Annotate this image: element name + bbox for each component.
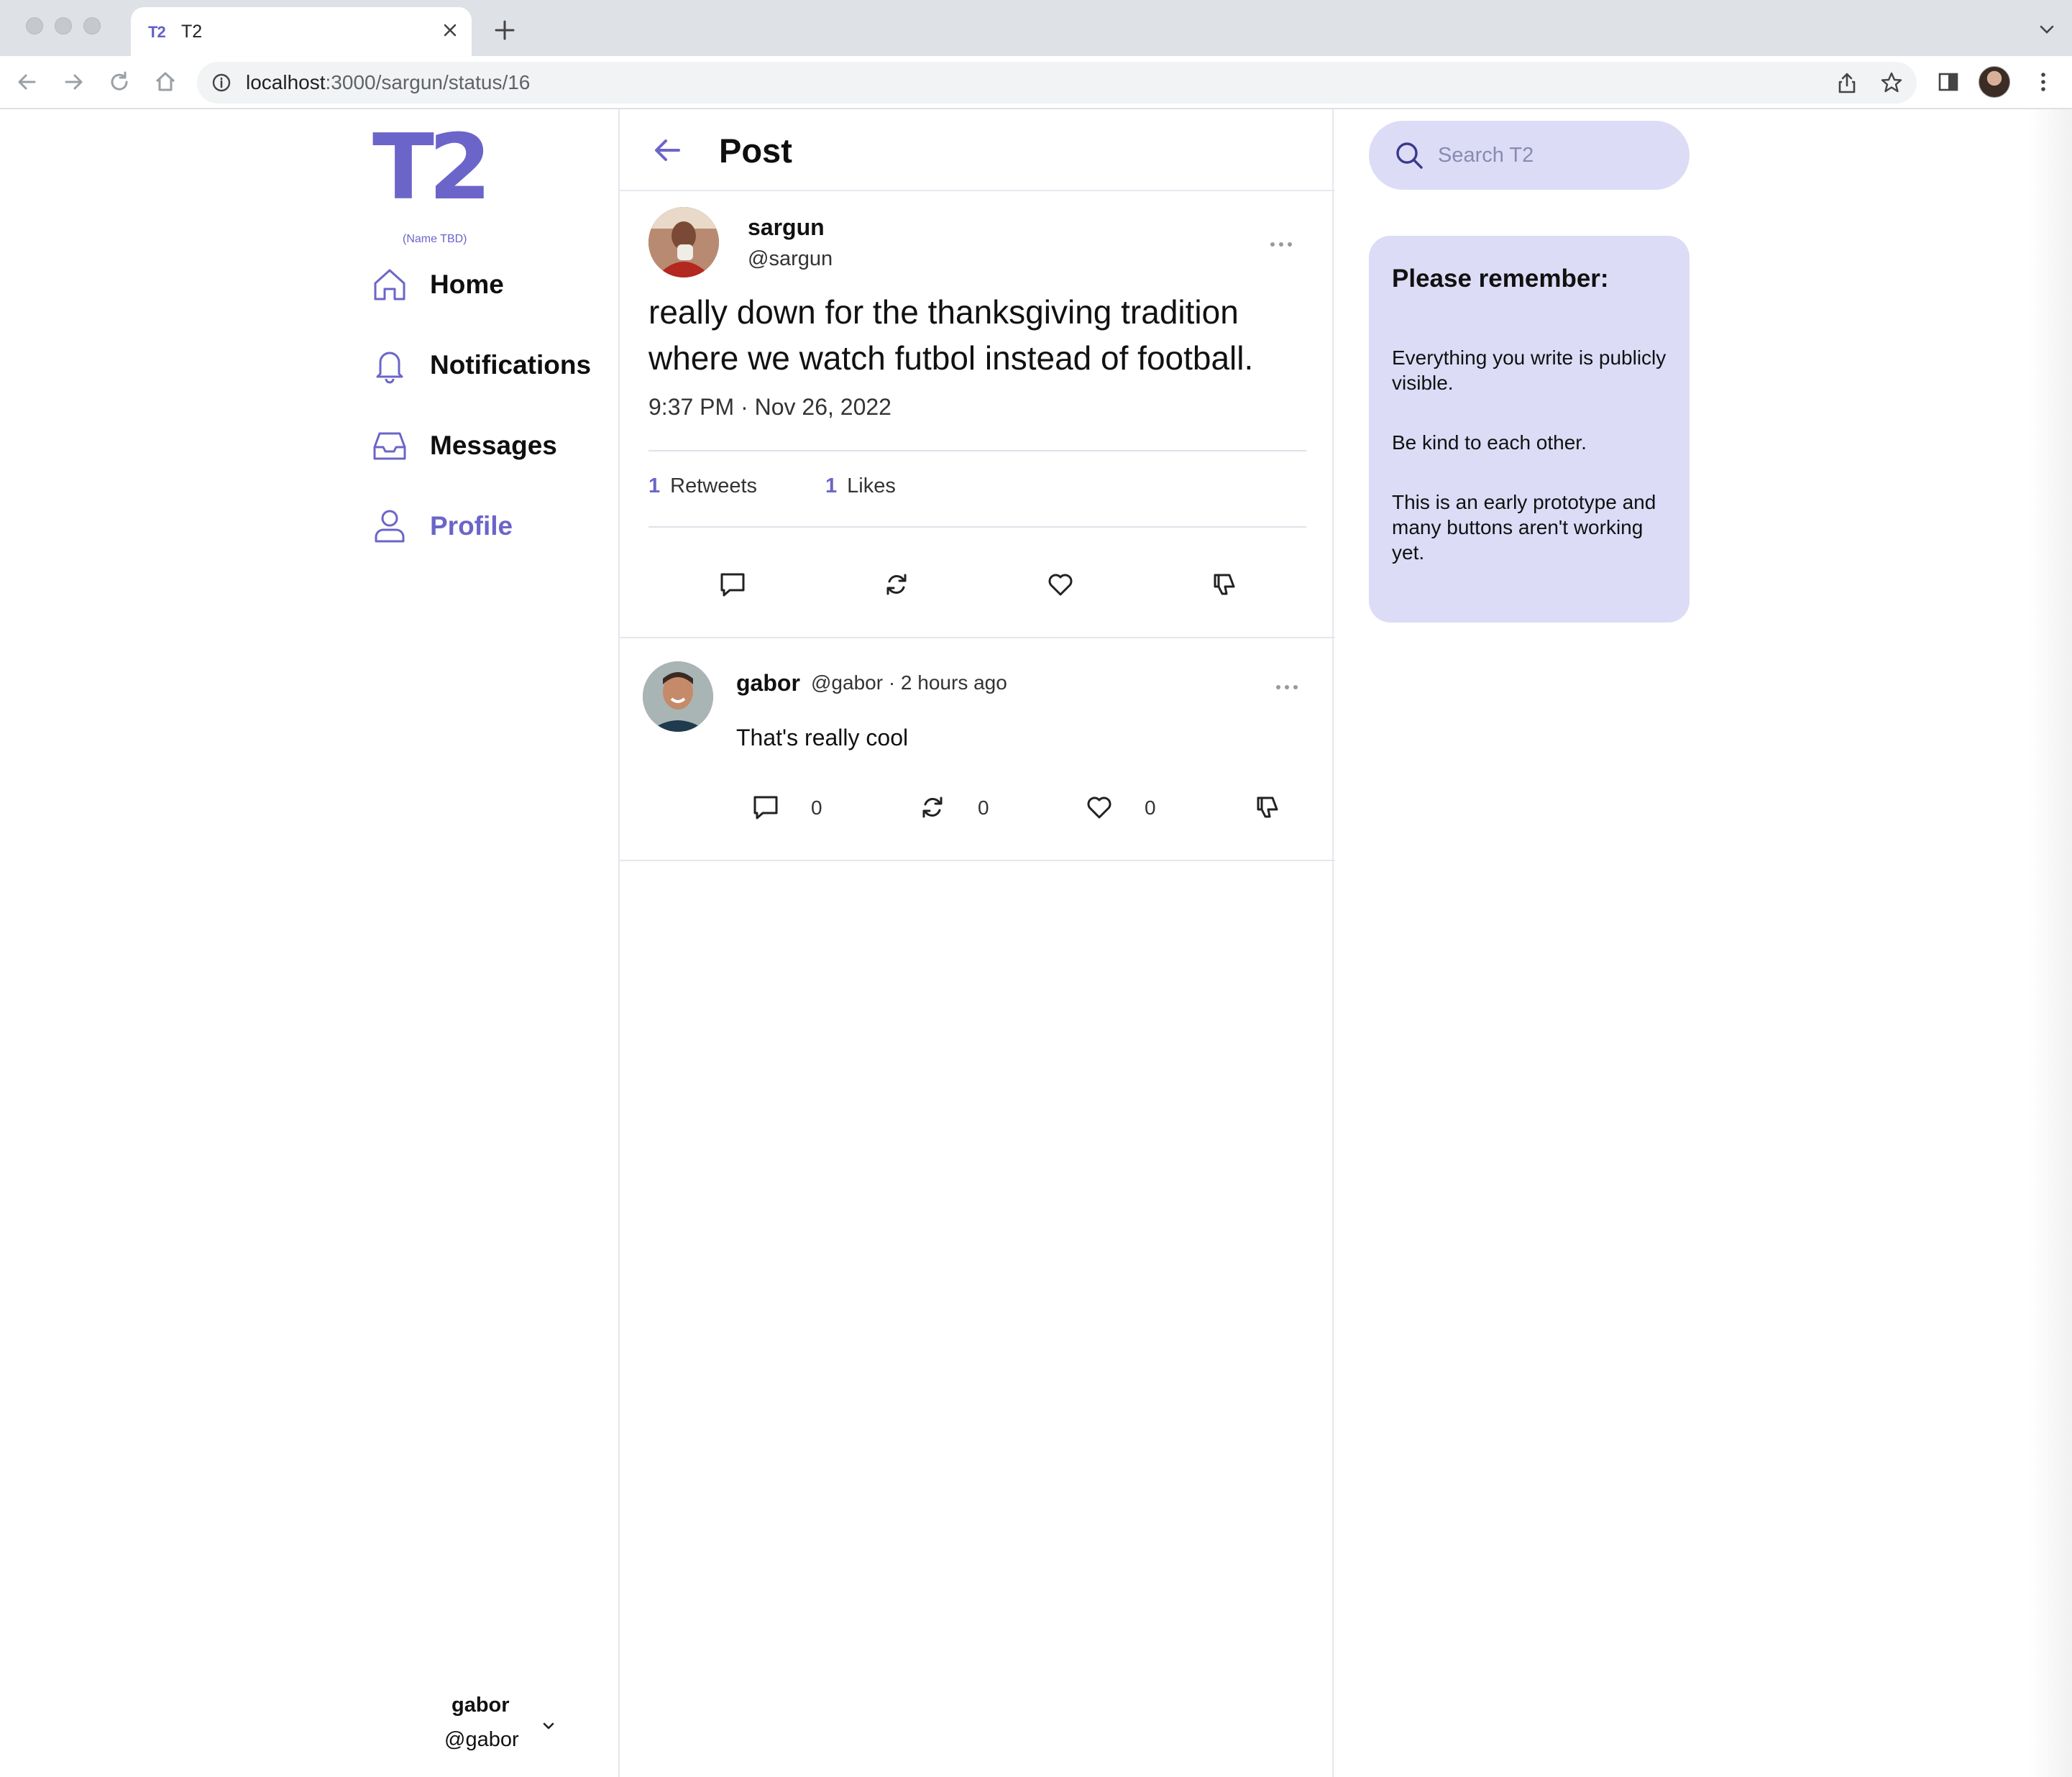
tab-title: T2 <box>181 22 203 42</box>
bell-icon <box>376 352 403 384</box>
guidelines-title: Please remember: <box>1392 265 1609 293</box>
logo-wordmark: T2 <box>372 114 492 220</box>
reply-dislike-icon[interactable] <box>1252 792 1283 822</box>
inbox-icon <box>373 432 406 460</box>
post-separator <box>620 637 1335 638</box>
nav-home[interactable]: Home <box>371 262 504 308</box>
window-zoom-button[interactable] <box>83 17 101 35</box>
post-author-name[interactable]: sargun <box>748 214 825 241</box>
reply-comment-icon[interactable] <box>751 792 781 822</box>
nav-notifications-label: Notifications <box>430 350 592 380</box>
browser-toolbar: localhost:3000/sargun/status/16 <box>0 56 2072 109</box>
dislike-icon[interactable] <box>1209 569 1239 600</box>
post-timestamp[interactable]: 9:37 PM · Nov 26, 2022 <box>648 394 891 421</box>
reply-more-icon[interactable] <box>1273 680 1301 694</box>
new-tab-icon[interactable] <box>490 16 519 45</box>
browser-menu-icon[interactable] <box>2029 68 2058 96</box>
user-icon <box>375 510 405 543</box>
nav-home-label: Home <box>430 270 504 299</box>
tab-close-icon[interactable] <box>436 16 464 45</box>
gabor-avatar-image <box>643 661 713 732</box>
share-icon[interactable] <box>1835 70 1859 95</box>
nav-notifications[interactable]: Notifications <box>371 342 591 388</box>
reload-icon[interactable] <box>105 68 134 96</box>
sargun-avatar[interactable] <box>648 207 719 277</box>
retweets-label: Retweets <box>670 474 758 497</box>
retweets-count: 1 <box>648 474 661 497</box>
home-icon <box>374 269 405 300</box>
likes-label: Likes <box>847 474 896 497</box>
nav-profile-label: Profile <box>430 511 513 541</box>
main-column: Post sargun @sargun really down for the … <box>618 109 1335 1777</box>
app-root: T2 (Name TBD) Home Notifications Message… <box>0 109 2072 1777</box>
current-user-handle: @gabor <box>444 1728 519 1751</box>
post-divider-top <box>648 450 1306 451</box>
t2-logo[interactable]: T2 (Name TBD) <box>372 122 502 246</box>
window-minimize-button[interactable] <box>55 17 72 35</box>
window-close-button[interactable] <box>26 17 43 35</box>
tab-search-chevron-icon[interactable] <box>2036 19 2058 40</box>
site-info-icon[interactable] <box>211 73 232 93</box>
reply-meta: @gabor · 2 hours ago <box>811 671 1007 694</box>
guidelines-card: Please remember: Everything you write is… <box>1369 236 1690 623</box>
reply-like-count: 0 <box>1145 796 1156 819</box>
reply-heart-icon[interactable] <box>1084 792 1114 822</box>
post-body: really down for the thanksgiving traditi… <box>648 293 1254 377</box>
heart-icon[interactable] <box>1045 569 1076 600</box>
reply-separator <box>620 860 1335 861</box>
sargun-avatar-image <box>648 207 719 277</box>
nav-messages[interactable]: Messages <box>371 423 557 469</box>
logo-subtitle: (Name TBD) <box>403 233 467 245</box>
retweet-icon[interactable] <box>881 569 912 600</box>
post-more-icon[interactable] <box>1267 237 1296 252</box>
search-box[interactable] <box>1369 121 1690 190</box>
search-input[interactable] <box>1438 139 1668 171</box>
url-host: localhost <box>246 71 326 93</box>
chevron-down-icon[interactable] <box>539 1717 558 1735</box>
post-author-handle[interactable]: @sargun <box>748 247 833 271</box>
retweets-stat[interactable]: 1 Retweets <box>648 474 757 498</box>
browser-tab[interactable]: T2 T2 <box>131 7 472 56</box>
tab-favicon: T2 <box>148 23 166 41</box>
page-edge-shade <box>2029 109 2072 1777</box>
home-browser-icon[interactable] <box>151 68 180 96</box>
gabor-avatar[interactable] <box>643 661 713 732</box>
reply-retweet-count: 0 <box>978 796 989 819</box>
url-path: :3000/sargun/status/16 <box>325 71 531 93</box>
current-user-name: gabor <box>451 1694 510 1717</box>
guideline-item: Be kind to each other. <box>1392 431 1587 454</box>
reply-retweet-icon[interactable] <box>917 792 948 822</box>
post-divider-bottom <box>648 526 1306 528</box>
nav-profile[interactable]: Profile <box>371 503 513 549</box>
account-switcher[interactable]: gabor @gabor <box>403 1691 575 1770</box>
address-bar[interactable]: localhost:3000/sargun/status/16 <box>197 62 1917 104</box>
browser-profile-avatar[interactable] <box>1979 66 2010 98</box>
reply-author-name[interactable]: gabor <box>736 670 800 697</box>
post-header: Post <box>620 109 1335 191</box>
page-title: Post <box>719 132 792 170</box>
back-arrow-icon[interactable] <box>651 134 684 167</box>
likes-stat[interactable]: 1 Likes <box>825 474 896 498</box>
search-icon <box>1396 142 1423 169</box>
comment-icon[interactable] <box>718 569 748 600</box>
reply-comment-count: 0 <box>811 796 822 819</box>
address-url[interactable]: localhost:3000/sargun/status/16 <box>246 71 530 94</box>
reply-body: That's really cool <box>736 725 909 750</box>
browser-tab-bar: T2 T2 <box>0 0 2072 56</box>
bookmark-star-icon[interactable] <box>1879 70 1904 95</box>
guideline-item: This is an early prototype and many butt… <box>1392 491 1656 564</box>
side-panel-icon[interactable] <box>1934 68 1963 96</box>
likes-count: 1 <box>825 474 838 497</box>
nav-messages-label: Messages <box>430 431 557 460</box>
back-nav-icon[interactable] <box>13 68 42 96</box>
guideline-item: Everything you write is publicly visible… <box>1392 346 1667 394</box>
forward-nav-icon[interactable] <box>59 68 88 96</box>
